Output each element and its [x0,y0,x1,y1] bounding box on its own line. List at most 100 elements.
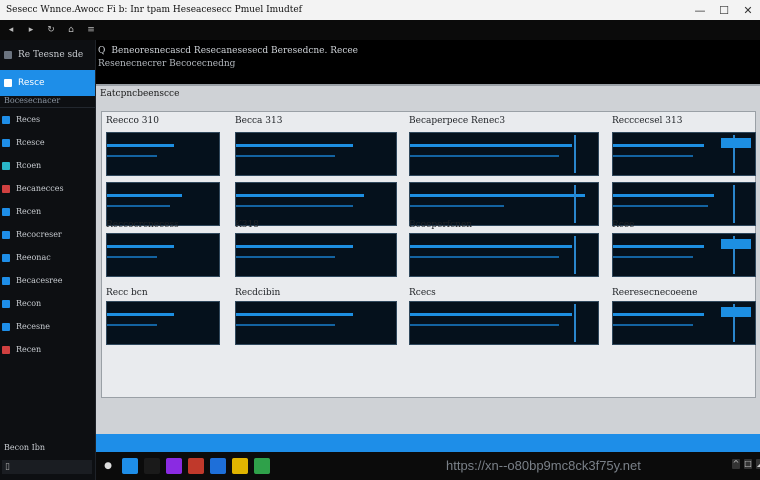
tile-bar [410,194,585,197]
app-icon [2,184,10,193]
tile-bar [613,205,709,207]
terminal-icon[interactable] [144,458,160,474]
tile-bar [236,144,353,147]
photos-icon[interactable] [210,458,226,474]
sidebar-item[interactable]: Rcoen [0,154,95,177]
panel-title: Eatcpncbeenscce [100,89,180,99]
edge-icon[interactable] [122,458,138,474]
minimize-button[interactable]: — [688,0,712,20]
app-icon [2,138,10,147]
metric-tile[interactable] [409,233,599,277]
tile-label: Recdcibin [235,288,281,298]
search-icon: Q [98,46,106,56]
tile-marker [574,236,576,274]
header-subtitle: Resenecnecrer Becocecnedng [98,59,236,69]
tile-label: Rcecs [409,288,436,298]
sidebar-item-active[interactable]: Resce [0,70,95,96]
sidebar-item[interactable]: Recon [0,292,95,315]
tile-highlight [721,239,751,249]
tile-bar [236,256,336,258]
sidebar-item[interactable]: Recen [0,338,95,361]
forward-icon[interactable]: ▸ [26,25,36,35]
tile-bar [613,313,704,316]
tile-grid: Reecco 310 Reccocrcnecess Recc bcn Becca 31… [101,111,756,398]
metric-tile[interactable] [106,233,220,277]
metric-tile[interactable] [235,301,397,345]
menu-icon[interactable]: ≡ [86,25,96,35]
sidebar-item[interactable]: Reces [0,108,95,131]
tile-bar [107,205,170,207]
menu-icon[interactable] [4,51,12,59]
start-icon[interactable]: ● [100,458,116,474]
tile-bar [236,205,353,207]
tile-label: Rcee [612,220,635,230]
sidebar-item[interactable]: Recesne [0,315,95,338]
sheets-icon[interactable] [254,458,270,474]
metric-tile[interactable] [409,301,599,345]
media-icon[interactable] [166,458,182,474]
tile-marker [574,135,576,173]
taskbar: ● https://xn--o80bp9mc8ck3f75y.net ^□◢ᛒ [96,452,760,480]
metric-tile[interactable] [235,132,397,176]
tile-bar [613,155,693,157]
home-icon [4,79,12,87]
tile-bar [107,245,175,248]
tile-label: Bcoeperfcnen [409,220,473,230]
metric-tile[interactable] [235,182,397,226]
tile-label: Reecco 310 [106,116,159,126]
metric-tile[interactable] [235,233,397,277]
refresh-icon[interactable]: ↻ [46,25,56,35]
metric-tile[interactable] [409,132,599,176]
tile-bar [107,313,175,316]
tile-bar [236,194,364,197]
metric-tile[interactable] [612,301,756,345]
app-icon [2,253,10,262]
tray-icon[interactable]: ◢ [756,459,760,469]
header-title: Beneoresnecascd Resecanesesecd Beresedcn… [111,46,359,56]
sidebar-item-label: Becacesree [16,276,63,285]
tile-label: Recc bcn [106,288,148,298]
sidebar-item-label: Recen [16,207,42,216]
app-icon [2,276,10,285]
tile-label: Recccecsel 313 [612,116,683,126]
tray-icon[interactable]: ^ [732,459,740,469]
back-icon[interactable]: ◂ [6,25,16,35]
folder-icon[interactable] [232,458,248,474]
tile-marker [574,304,576,342]
metric-tile[interactable] [612,233,756,277]
sidebar-bottom-label[interactable]: Becon Ibn [4,443,45,452]
sidebar-item-label: Rcoen [16,161,42,170]
tile-label: Becaperpece Renec3 [409,116,506,126]
maximize-button[interactable]: ☐ [712,0,736,20]
tile-bar [236,313,353,316]
sidebar-search[interactable]: ▯ [2,460,92,474]
store-icon[interactable] [188,458,204,474]
metric-tile[interactable] [106,301,220,345]
sidebar-items: Reces Rcesce Rcoen Becanecces Recen Recocrese… [0,108,95,361]
sidebar-item[interactable]: Recen [0,200,95,223]
tile-highlight [721,307,751,317]
sidebar-item-label: Reces [16,115,41,124]
tray-icon[interactable]: □ [744,459,752,469]
sidebar-item[interactable]: Rcesce [0,131,95,154]
tile-marker [574,185,576,223]
sidebar-item[interactable]: Recocreser [0,223,95,246]
tile-label: Becca 313 [235,116,283,126]
tile-highlight [721,138,751,148]
sidebar-header: Re Teesne sde [0,40,95,70]
metric-tile[interactable] [612,132,756,176]
sidebar-item[interactable]: Reeonac [0,246,95,269]
tile-bar [107,256,158,258]
metric-tile[interactable] [106,132,220,176]
sidebar-item[interactable]: Becanecces [0,177,95,200]
close-button[interactable]: ✕ [736,0,760,20]
tile-bar [613,194,714,197]
home-icon[interactable]: ⌂ [66,25,76,35]
sidebar-item[interactable]: Becacesree [0,269,95,292]
sidebar-header-label: Re Teesne sde [18,50,84,60]
tile-label: K318 [235,220,259,230]
tile-bar [236,155,336,157]
tile-bar [410,256,559,258]
window-title: Sesecc Wnnce.Awocc Fi b: Inr tpam Heseac… [6,5,303,15]
tile-bar [410,245,572,248]
